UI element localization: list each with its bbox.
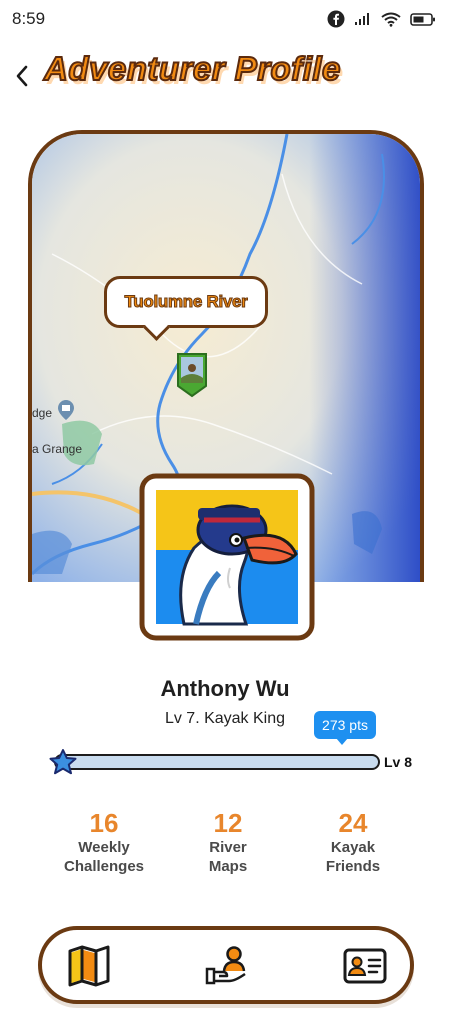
- stat-label-line2: Maps: [208, 858, 248, 875]
- profile-name: Anthony Wu: [160, 676, 290, 701]
- landmark-pin-icon: [58, 400, 74, 420]
- stat-label-line1: River: [209, 839, 247, 856]
- stat-value: 12: [213, 808, 243, 838]
- page-title: Adventurer Profile: [43, 49, 341, 88]
- status-time: 8:59: [12, 9, 46, 28]
- facebook-icon: [327, 10, 345, 28]
- status-icons: [327, 10, 436, 28]
- stat-river-maps[interactable]: 12 River Maps: [168, 808, 288, 876]
- stat-weekly-challenges[interactable]: 16 Weekly Challenges: [44, 808, 164, 876]
- profile-level: Lv 7. Kayak King: [164, 710, 286, 727]
- location-name: Tuolumne River: [124, 292, 248, 312]
- star-icon: [49, 749, 77, 775]
- stat-label-line1: Kayak: [330, 839, 376, 856]
- next-level-label: Lv 8: [384, 754, 413, 770]
- nav-maps-button[interactable]: [64, 943, 114, 989]
- nav-profile-card-button[interactable]: [340, 943, 390, 989]
- stat-label-line2: Challenges: [63, 858, 145, 875]
- back-button[interactable]: [8, 60, 36, 92]
- place-label-lodge: dge: [32, 406, 53, 420]
- signal-icon: [355, 13, 369, 25]
- stat-label-line2: Friends: [325, 858, 381, 875]
- stat-label-line1: Weekly: [78, 839, 130, 856]
- stat-value: 16: [89, 808, 119, 838]
- place-label-grange: a Grange: [32, 442, 83, 456]
- hand-person-icon: [205, 946, 246, 985]
- id-card-icon: [343, 948, 387, 984]
- kayak-location-marker-icon[interactable]: [172, 350, 212, 398]
- wifi-icon: [381, 12, 401, 27]
- stat-kayak-friends[interactable]: 24 Kayak Friends: [293, 808, 413, 876]
- nav-challenges-button[interactable]: [202, 943, 252, 989]
- location-callout[interactable]: Tuolumne River: [104, 276, 268, 328]
- avatar: [139, 473, 315, 641]
- chevron-left-icon: [16, 65, 28, 87]
- points-badge: 273 pts: [314, 711, 376, 745]
- status-bar: 8:59: [0, 0, 450, 40]
- xp-progress-bar: [54, 754, 380, 770]
- battery-icon: [410, 12, 435, 26]
- stat-value: 24: [338, 808, 368, 838]
- bottom-nav: [38, 926, 414, 1004]
- map-icon: [68, 945, 110, 987]
- stats-row: 16 Weekly Challenges 12 River Maps 24 Ka…: [0, 808, 450, 888]
